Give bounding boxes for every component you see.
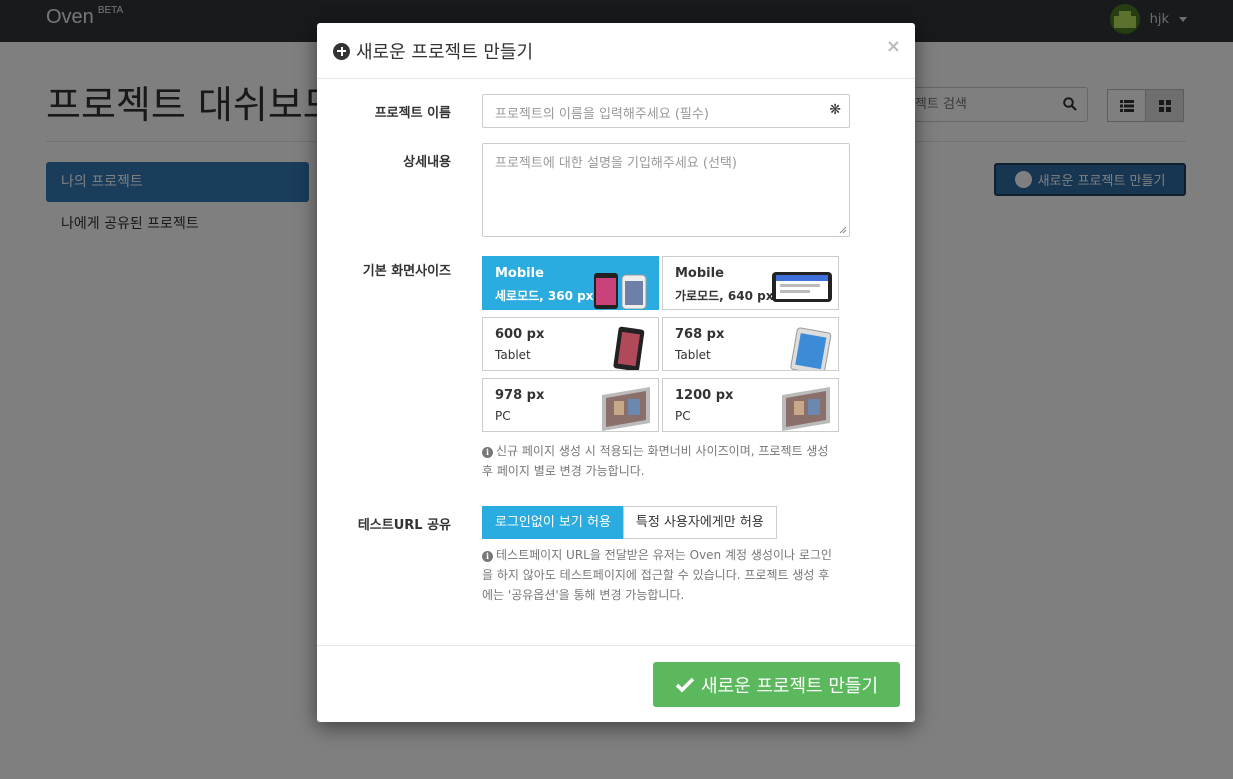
screen-size-label: 기본 화면사이즈 [362, 264, 451, 279]
size-option-sub: PC [675, 409, 691, 423]
size-option-pc-978[interactable]: 978 px PC [482, 378, 659, 432]
info-icon: i [482, 551, 493, 562]
help-text: 후 페이지 별로 변경 가능합니다. [482, 464, 645, 478]
laptop-device-icon [782, 387, 830, 431]
size-option-title: Mobile [675, 266, 724, 281]
project-name-field[interactable]: 프로젝트의 이름을 입력해주세요 (필수) ❋ [482, 94, 850, 128]
help-text: 테스트페이지 URL을 전달받은 유저는 Oven 계정 생성이나 로그인 [496, 548, 832, 562]
size-option-title: 768 px [675, 327, 725, 342]
size-option-mobile-landscape[interactable]: Mobile 가로모드, 640 px [662, 256, 839, 310]
size-option-mobile-portrait[interactable]: Mobile 세로모드, 360 px [482, 256, 659, 310]
mobile-landscape-device-icon [772, 272, 832, 302]
create-project-button[interactable]: 새로운 프로젝트 만들기 [653, 662, 900, 707]
help-text: 에는 '공유옵션'을 통해 변경 가능합니다. [482, 588, 685, 602]
description-label: 상세내용 [403, 155, 451, 170]
size-option-title: 978 px [495, 388, 545, 403]
share-restricted-option[interactable]: 특정 사용자에게만 허용 [622, 506, 777, 539]
project-name-placeholder: 프로젝트의 이름을 입력해주세요 (필수) [495, 107, 709, 122]
project-name-label: 프로젝트 이름 [374, 106, 451, 121]
tablet-small-device-icon [613, 326, 645, 370]
modal-title: 새로운 프로젝트 만들기 [333, 38, 533, 64]
modal-title-text: 새로운 프로젝트 만들기 [356, 42, 534, 63]
share-public-option[interactable]: 로그인없이 보기 허용 [482, 506, 624, 539]
description-textarea[interactable]: 프로젝트에 대한 설명을 기입해주세요 (선택) [482, 143, 850, 237]
size-option-title: 1200 px [675, 388, 734, 403]
plus-circle-icon [333, 42, 350, 60]
size-option-tablet-768[interactable]: 768 px Tablet [662, 317, 839, 371]
tablet-large-device-icon [790, 327, 832, 370]
help-text: 을 하지 않아도 테스트페이지에 접근할 수 있습니다. 프로젝트 생성 후 [482, 568, 830, 582]
share-url-options: 로그인없이 보기 허용 특정 사용자에게만 허용 [482, 506, 777, 539]
share-url-help: i 테스트페이지 URL을 전달받은 유저는 Oven 계정 생성이나 로그인 을… [482, 545, 852, 605]
mobile-portrait-devices-icon [594, 273, 647, 309]
modal-header: 새로운 프로젝트 만들기 × [317, 23, 915, 79]
size-option-sub: Tablet [495, 348, 531, 362]
size-option-sub: Tablet [675, 348, 711, 362]
check-icon [675, 677, 695, 692]
laptop-device-icon [602, 387, 650, 431]
close-icon[interactable]: × [886, 36, 901, 57]
size-option-title: Mobile [495, 266, 544, 281]
modal-footer: 새로운 프로젝트 만들기 [317, 645, 915, 722]
size-option-title: 600 px [495, 327, 545, 342]
size-option-sub: 가로모드, 640 px [675, 289, 774, 303]
resize-handle-icon[interactable] [839, 226, 847, 234]
size-option-tablet-600[interactable]: 600 px Tablet [482, 317, 659, 371]
size-option-sub: 세로모드, 360 px [495, 289, 594, 303]
share-url-label: 테스트URL 공유 [357, 518, 451, 533]
new-project-modal: 새로운 프로젝트 만들기 × 프로젝트 이름 프로젝트의 이름을 입력해주세요 … [317, 23, 915, 722]
size-option-sub: PC [495, 409, 511, 423]
screen-size-help: i 신규 페이지 생성 시 적용되는 화면너비 사이즈이며, 프로젝트 생성 후 … [482, 441, 852, 481]
required-icon: ❋ [829, 102, 841, 118]
description-placeholder: 프로젝트에 대한 설명을 기입해주세요 (선택) [495, 156, 737, 171]
create-project-label: 새로운 프로젝트 만들기 [700, 675, 879, 697]
size-option-pc-1200[interactable]: 1200 px PC [662, 378, 839, 432]
help-text: 신규 페이지 생성 시 적용되는 화면너비 사이즈이며, 프로젝트 생성 [496, 444, 829, 458]
info-icon: i [482, 447, 493, 458]
